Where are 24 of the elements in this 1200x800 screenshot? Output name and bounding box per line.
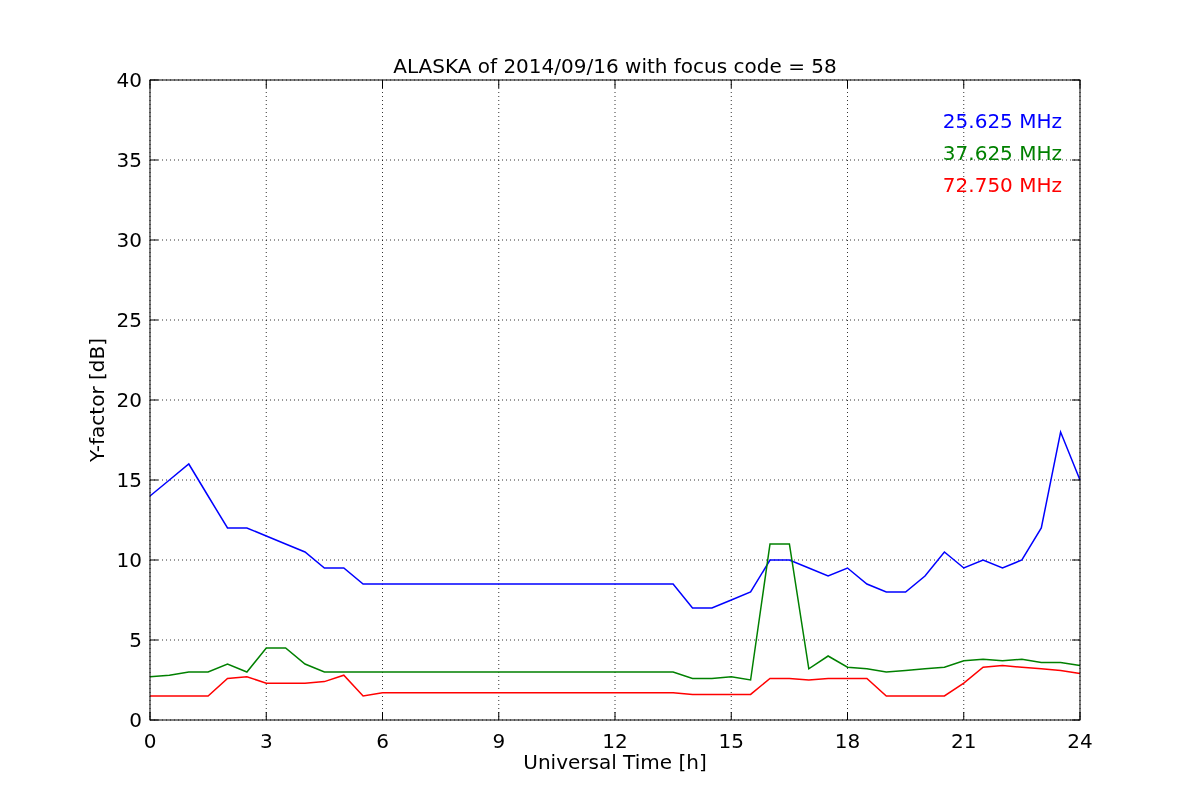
tick-label: 9	[492, 729, 506, 753]
tick-label: 10	[116, 548, 142, 572]
tick-label: 24	[1067, 729, 1093, 753]
tick-label: 15	[718, 729, 744, 753]
tick-label: 35	[116, 148, 142, 172]
tick-label: 5	[129, 628, 142, 652]
tick-label: 21	[951, 729, 977, 753]
tick-label: 0	[129, 708, 142, 732]
axis-label: Y-factor [dB]	[85, 338, 109, 462]
tick-label: 3	[259, 729, 273, 753]
tick-label: 12	[602, 729, 628, 753]
chart-title: ALASKA of 2014/09/16 with focus code = 58	[393, 54, 837, 78]
tick-label: 15	[116, 468, 142, 492]
tick-label: 18	[834, 729, 861, 753]
tick-label: 40	[116, 68, 142, 92]
axis-label: Universal Time [h]	[523, 750, 707, 774]
legend-label: 72.750 MHz	[942, 173, 1062, 197]
tick-label: 20	[116, 388, 142, 412]
legend-label: 37.625 MHz	[942, 141, 1062, 165]
legend-label: 25.625 MHz	[942, 109, 1062, 133]
tick-label: 6	[376, 729, 389, 753]
tick-label: 25	[116, 308, 142, 332]
tick-label: 30	[116, 228, 142, 252]
tick-label: 0	[143, 729, 157, 753]
